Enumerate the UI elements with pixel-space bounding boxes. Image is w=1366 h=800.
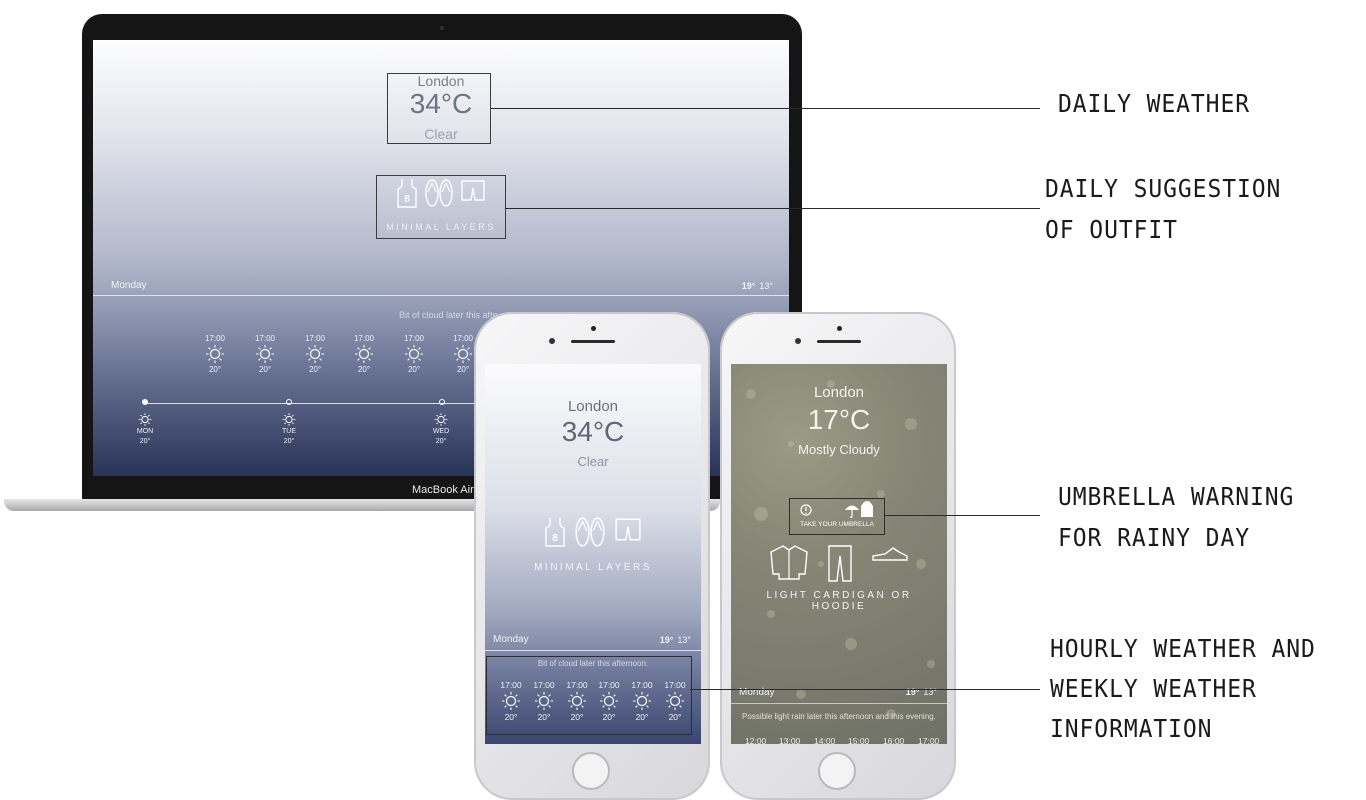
- callout-line-outfit: [505, 208, 1040, 209]
- city-name: London: [813, 384, 865, 401]
- hourly-time: 13:00: [779, 736, 801, 744]
- svg-text:8: 8: [552, 533, 558, 544]
- week-timeline: [145, 403, 525, 404]
- phone-camera: [549, 338, 555, 344]
- temperature: 34°C: [561, 416, 625, 447]
- day-label: Monday: [493, 634, 529, 645]
- alert-icon: [800, 503, 812, 521]
- phone-speaker: [571, 340, 615, 343]
- phone-screen: London 34°C Clear 8 MINIMAL LAYERS Monda…: [485, 364, 701, 744]
- phone-sensor: [837, 326, 842, 331]
- trousers-icon: [827, 544, 853, 587]
- hourly-time: 17:00: [918, 736, 940, 744]
- sun-icon: [434, 413, 448, 426]
- condition: Clear: [577, 454, 609, 469]
- hourly-highlight: [486, 656, 692, 735]
- hourly-item: 17:00 20°: [254, 334, 276, 374]
- tank-top-icon: 8: [544, 516, 566, 553]
- week-marker-selected[interactable]: [142, 399, 148, 405]
- callout-line-hourly: [690, 689, 1040, 690]
- phone-rainy: London 17°C Mostly Cloudy TAKE YOUR UMBR…: [720, 312, 956, 800]
- condition: Mostly Cloudy: [798, 442, 880, 457]
- low-temp: 13°: [677, 635, 691, 645]
- sun-icon: [405, 345, 423, 363]
- weekly-item: MON 20°: [125, 413, 165, 447]
- callout-daily-weather: DAILY WEATHER: [1058, 89, 1250, 118]
- high-temp: 19°: [741, 281, 756, 291]
- high-low: 19° 13°: [660, 635, 691, 645]
- umbrella-warning: TAKE YOUR UMBRELLA: [789, 498, 885, 535]
- low-temp: 13°: [759, 281, 773, 291]
- city-name: London: [567, 398, 619, 415]
- hourly-time: 12:00: [745, 736, 767, 744]
- high-low: 19° 13°: [742, 281, 773, 291]
- callout-outfit: DAILY SUGGESTION OF OUTFIT: [1045, 174, 1282, 244]
- week-marker[interactable]: [439, 399, 445, 405]
- flip-flops-icon: [574, 516, 606, 553]
- hourly-time: 14:00: [814, 736, 836, 744]
- high-temp: 19°: [659, 635, 674, 645]
- divider: [731, 703, 947, 704]
- hourly-item: 17:00 20°: [204, 334, 226, 374]
- phone-speaker: [817, 340, 861, 343]
- day-label: Monday: [111, 280, 147, 291]
- phone-camera: [795, 338, 801, 344]
- cardigan-icon: [769, 544, 809, 587]
- sun-icon: [138, 413, 152, 426]
- callout-line-daily-weather: [491, 108, 1040, 109]
- callout-hourly-weekly: HOURLY WEATHER AND WEEKLY WEATHER INFORMAT…: [1050, 634, 1316, 743]
- forecast-summary: Possible light rain later this afternoon…: [742, 712, 936, 721]
- phone-sensor: [591, 326, 596, 331]
- outfit-label: LIGHT CARDIGAN OR HOODIE: [766, 590, 912, 612]
- raincoat-icon: [860, 501, 874, 523]
- divider: [485, 650, 701, 651]
- outfit-icons: [731, 544, 947, 587]
- laptop-camera: [440, 26, 444, 30]
- sun-icon: [282, 413, 296, 426]
- outfit-highlight: [376, 175, 506, 239]
- hourly-time: 15:00: [848, 736, 870, 744]
- home-button[interactable]: [572, 752, 610, 790]
- sneaker-icon: [871, 544, 909, 587]
- forecast-summary: Bit of cloud later this afte: [399, 310, 498, 320]
- callout-umbrella: UMBRELLA WARNING FOR RAINY DAY: [1058, 482, 1295, 552]
- outfit-label: MINIMAL LAYERS: [534, 562, 652, 573]
- weekly-item: WED 20°: [421, 413, 461, 447]
- sun-icon: [355, 345, 373, 363]
- warning-text: TAKE YOUR UMBRELLA: [800, 521, 874, 528]
- sun-icon: [306, 345, 324, 363]
- weekly-item: TUE 20°: [269, 413, 309, 447]
- hourly-item: 17:00 20°: [353, 334, 375, 374]
- sun-icon: [256, 345, 274, 363]
- week-marker[interactable]: [286, 399, 292, 405]
- hourly-item: 17:00 20°: [304, 334, 326, 374]
- hourly-time: 16:00: [883, 736, 905, 744]
- sun-icon: [454, 345, 472, 363]
- temperature: 17°C: [807, 404, 871, 435]
- phone-sunny: London 34°C Clear 8 MINIMAL LAYERS Monda…: [474, 312, 710, 800]
- hourly-item: 17:00 20°: [403, 334, 425, 374]
- umbrella-icon: [844, 502, 860, 523]
- home-button[interactable]: [818, 752, 856, 790]
- phone-screen: London 17°C Mostly Cloudy TAKE YOUR UMBR…: [731, 364, 947, 744]
- outfit-icons: 8: [485, 516, 701, 553]
- callout-line-umbrella: [885, 515, 1040, 516]
- daily-weather-highlight: [387, 73, 491, 144]
- divider: [93, 295, 789, 296]
- sun-icon: [206, 345, 224, 363]
- shorts-icon: [614, 516, 642, 553]
- laptop-brand-label: MacBook Air: [412, 484, 474, 496]
